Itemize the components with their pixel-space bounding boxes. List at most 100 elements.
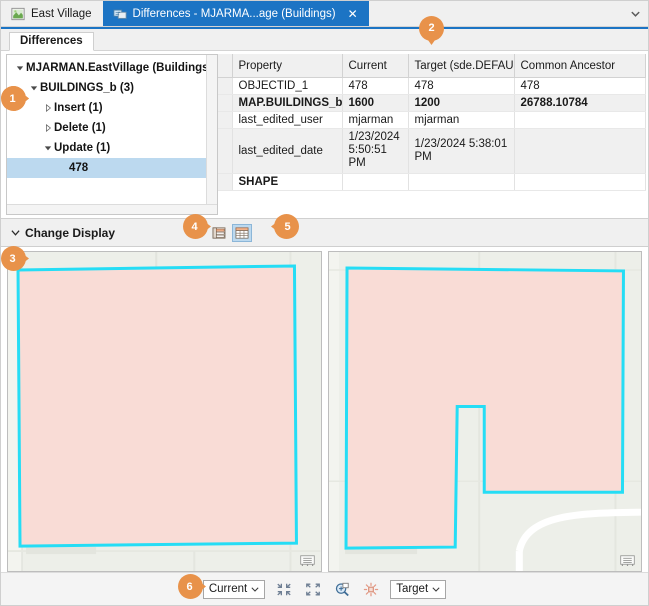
tree-vertical-scrollbar[interactable] (206, 55, 217, 204)
cell-ancestor: 26788.10784 (514, 95, 646, 112)
differences-table: Property Current Target (sde.DEFAULT) Co… (218, 54, 646, 215)
target-version-value: Target (396, 583, 428, 595)
tree-node-feature-478[interactable]: 478 (7, 158, 217, 178)
stacked-view-button[interactable] (209, 224, 229, 242)
cell-ancestor (514, 129, 646, 174)
cell-current: 1/23/2024 5:50:51 PM (342, 129, 408, 174)
tree-node-label: MJARMAN.EastVillage (Buildings) (3) (26, 62, 217, 74)
cell-property: last_edited_user (232, 112, 342, 129)
tree-horizontal-scrollbar[interactable] (7, 204, 217, 214)
cell-target: mjarman (408, 112, 514, 129)
table-header-row: Property Current Target (sde.DEFAULT) Co… (218, 54, 646, 78)
row-selector[interactable] (218, 78, 232, 95)
change-display-toggle[interactable]: Change Display (11, 226, 115, 240)
target-version-select[interactable]: Target (390, 580, 446, 599)
cell-ancestor (514, 173, 646, 190)
change-display-bar: Change Display (1, 219, 648, 247)
tree-node-label: Insert (1) (54, 102, 103, 114)
cell-property: last_edited_date (232, 129, 342, 174)
side-by-side-view-button[interactable] (232, 224, 252, 242)
chevron-down-icon (630, 8, 641, 19)
cell-ancestor (514, 112, 646, 129)
basemap-attribution-icon[interactable] (619, 553, 636, 567)
cell-ancestor: 478 (514, 78, 646, 95)
tree-node-insert[interactable]: Insert (1) (7, 98, 217, 118)
expand-extent-icon (305, 582, 321, 597)
chevron-down-icon (251, 585, 259, 593)
table-row[interactable]: last_edited_user mjarman mjarman (218, 112, 646, 129)
view-buttons (209, 224, 252, 242)
side-by-side-view-icon (235, 227, 249, 239)
tab-overflow-button[interactable] (622, 1, 648, 26)
cell-target: 478 (408, 78, 514, 95)
zoom-to-feature-button[interactable] (332, 580, 352, 599)
cell-target (408, 173, 514, 190)
tree-node-label: Update (1) (54, 142, 110, 154)
table-row[interactable]: last_edited_date 1/23/2024 5:50:51 PM 1/… (218, 129, 646, 174)
table-row[interactable]: SHAPE (218, 173, 646, 190)
tab-label: Differences - MJARMA...age (Buildings) (133, 8, 336, 20)
twisty-expanded-icon[interactable] (41, 144, 54, 152)
tab-strip-spacer (369, 1, 622, 26)
differences-icon (113, 7, 127, 21)
tab-label: East Village (31, 8, 92, 20)
tab-differences-panel[interactable]: Differences (9, 32, 94, 51)
cell-property: SHAPE (232, 173, 342, 190)
row-selector[interactable] (218, 129, 232, 174)
target-geometry-map[interactable] (328, 251, 643, 572)
cell-current: mjarman (342, 112, 408, 129)
tab-differences[interactable]: Differences - MJARMA...age (Buildings) ✕ (103, 1, 369, 26)
cell-target: 1200 (408, 95, 514, 112)
close-icon[interactable]: ✕ (348, 8, 358, 20)
tree-node-label: 478 (69, 162, 88, 174)
panel-tab-label: Differences (20, 35, 83, 47)
column-header-current[interactable]: Current (342, 54, 408, 78)
column-header-common-ancestor[interactable]: Common Ancestor (514, 54, 646, 78)
panel-tab-bar: Differences (1, 29, 648, 51)
map-display (1, 247, 648, 572)
stacked-view-icon (212, 227, 226, 239)
change-display-label: Change Display (25, 226, 115, 240)
row-selector[interactable] (218, 95, 232, 112)
window-tab-strip: East Village Differences - MJARMA...age … (1, 1, 648, 27)
cell-current: 1600 (342, 95, 408, 112)
flash-feature-icon (363, 582, 379, 597)
cell-property: OBJECTID_1 (232, 78, 342, 95)
twisty-collapsed-icon[interactable] (41, 104, 54, 112)
table-row[interactable]: OBJECTID_1 478 478 478 (218, 78, 646, 95)
current-geometry-map[interactable] (7, 251, 322, 572)
cell-property: MAP.BUILDINGS_b.AREA (232, 95, 342, 112)
tree-node-delete[interactable]: Delete (1) (7, 118, 217, 138)
column-header-property[interactable]: Property (232, 54, 342, 78)
difference-tree[interactable]: MJARMAN.EastVillage (Buildings) (3) BUIL… (7, 55, 217, 204)
expand-extent-button[interactable] (303, 580, 323, 599)
tree-node-label: Delete (1) (54, 122, 106, 134)
tree-node-buildings[interactable]: BUILDINGS_b (3) (7, 78, 217, 98)
twisty-expanded-icon[interactable] (27, 84, 40, 92)
collapse-extent-button[interactable] (274, 580, 294, 599)
basemap-attribution-icon[interactable] (299, 553, 316, 567)
tree-node-update[interactable]: Update (1) (7, 138, 217, 158)
map-icon (11, 7, 25, 21)
chevron-down-icon (11, 228, 20, 237)
tab-east-village[interactable]: East Village (1, 1, 103, 26)
twisty-expanded-icon[interactable] (13, 64, 26, 72)
bottom-toolbar: Current (1, 572, 648, 605)
cell-current: 478 (342, 78, 408, 95)
column-header-target[interactable]: Target (sde.DEFAULT) (408, 54, 514, 78)
flash-feature-button[interactable] (361, 580, 381, 599)
tree-panel: MJARMAN.EastVillage (Buildings) (3) BUIL… (6, 54, 218, 215)
current-version-value: Current (209, 583, 247, 595)
collapse-extent-icon (276, 582, 292, 597)
tree-node-label: BUILDINGS_b (3) (40, 82, 134, 94)
cell-current (342, 173, 408, 190)
row-selector[interactable] (218, 112, 232, 129)
twisty-collapsed-icon[interactable] (41, 124, 54, 132)
current-version-select[interactable]: Current (203, 580, 265, 599)
tree-node-root[interactable]: MJARMAN.EastVillage (Buildings) (3) (7, 58, 217, 78)
table-row[interactable]: MAP.BUILDINGS_b.AREA 1600 1200 26788.107… (218, 95, 646, 112)
zoom-to-feature-icon (334, 582, 350, 597)
row-selector[interactable] (218, 173, 232, 190)
chevron-down-icon (432, 585, 440, 593)
row-header-corner (218, 54, 232, 78)
